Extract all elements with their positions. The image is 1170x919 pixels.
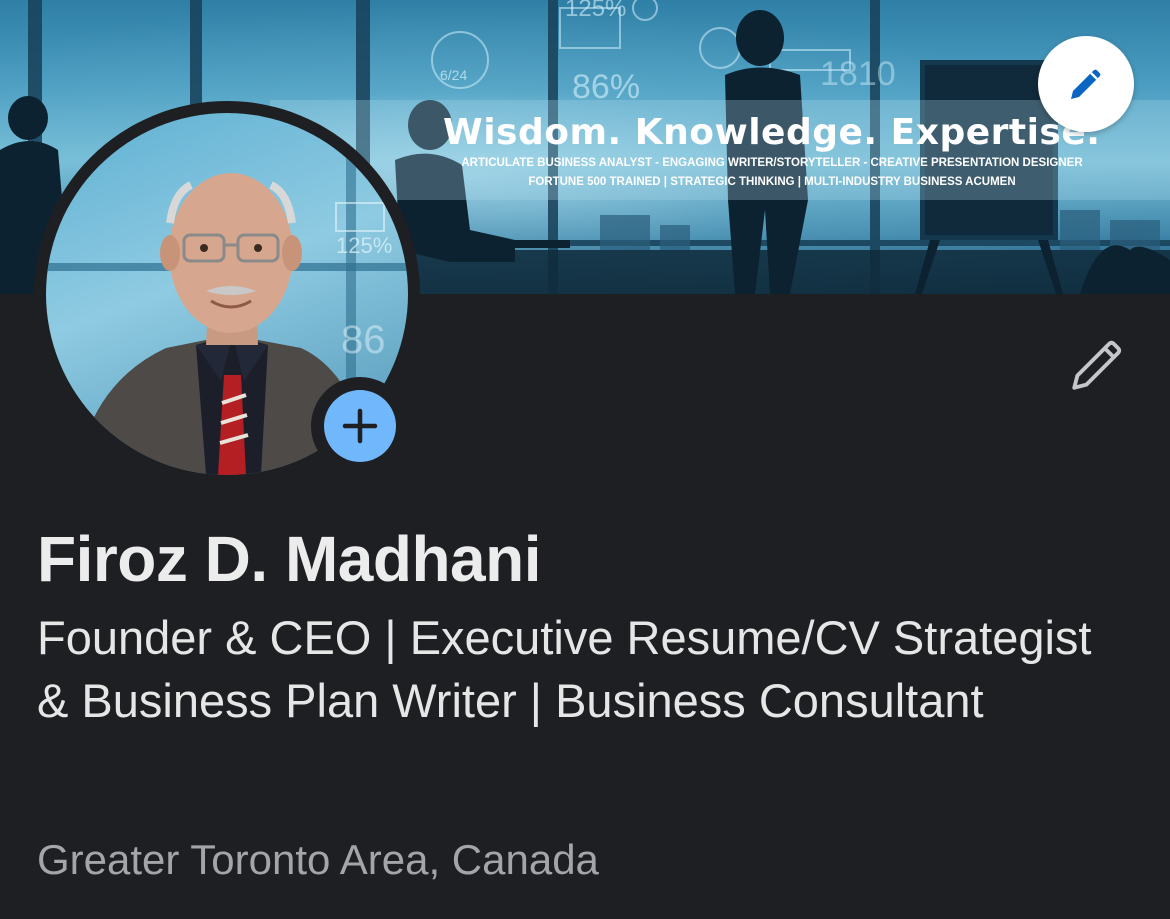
add-photo-badge bbox=[324, 390, 396, 462]
svg-text:125%: 125% bbox=[565, 0, 626, 22]
pencil-icon bbox=[1071, 69, 1101, 99]
banner-tagline-2: FORTUNE 500 TRAINED | STRATEGIC THINKING… bbox=[528, 176, 1016, 188]
profile-headline: Founder & CEO | Executive Resume/CV Stra… bbox=[37, 611, 1092, 727]
svg-text:1810: 1810 bbox=[820, 55, 896, 93]
plus-icon bbox=[342, 408, 378, 444]
pencil-icon bbox=[1072, 340, 1122, 390]
svg-text:125%: 125% bbox=[336, 233, 392, 258]
profile-name: Firoz D. Madhani bbox=[37, 523, 542, 595]
add-photo-button[interactable] bbox=[311, 377, 409, 475]
svg-text:6/24: 6/24 bbox=[440, 67, 467, 83]
svg-text:86: 86 bbox=[341, 318, 386, 362]
edit-cover-button[interactable] bbox=[1038, 36, 1134, 132]
banner-tagline-1: ARTICULATE BUSINESS ANALYST - ENGAGING W… bbox=[461, 157, 1083, 169]
profile-location: Greater Toronto Area, Canada bbox=[37, 836, 599, 883]
edit-intro-button[interactable] bbox=[1062, 330, 1132, 400]
